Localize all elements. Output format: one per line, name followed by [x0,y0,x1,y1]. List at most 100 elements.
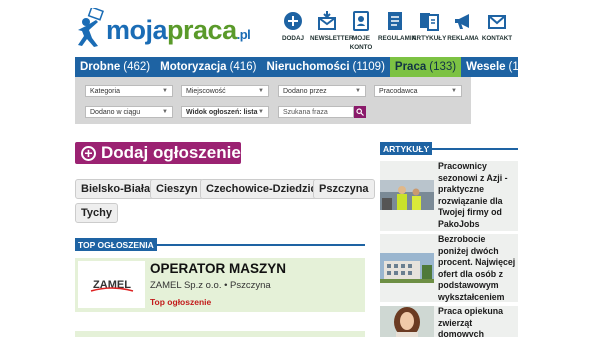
topnav-label: NEWSLETTER [310,35,354,42]
topnav-label: ARTYKUŁY [412,35,447,42]
tab-drobne[interactable]: Drobne (462) [75,57,155,77]
articles-heading: ARTYKUŁY [380,142,433,155]
site-logo[interactable]: mojapraca.pl [76,8,251,48]
account-icon [353,11,369,31]
search-placeholder: Szukana fraza [283,108,328,116]
city-chip-cieszyn[interactable]: Cieszyn [150,179,204,199]
section-divider [155,244,365,246]
topnav-regulamin[interactable]: REGULAMIN [378,10,417,52]
chevron-down-icon: ▼ [355,88,361,94]
zamel-logo-icon: ZAMEL [90,279,133,292]
widok-select[interactable]: Widok ogłoszeń: lista ▼ [181,106,269,118]
city-label: Tychy [81,207,112,219]
city-chip-tychy[interactable]: Tychy [75,203,118,223]
article-item[interactable]: Bezrobocie poniżej dwóch procent. Najwię… [380,234,518,302]
article-thumbnail [380,180,434,210]
logo-figure-icon [78,8,104,47]
city-chip-czechowice-dziedzice[interactable]: Czechowice-Dziedzice [200,179,329,199]
topnav-newsletter[interactable]: NEWSLETTER [310,10,354,52]
articles-icon [420,13,439,31]
megaphone-icon [455,14,469,29]
article-thumbnail [380,253,434,283]
topnav-label: KONTAKT [481,35,513,42]
select-value: Dodano w ciągu [90,108,141,116]
tab-label: Nieruchomości [266,61,350,73]
add-listing-button[interactable]: + Dodaj ogłoszenie [75,142,241,164]
logo-wordmark: mojapraca.pl [106,15,251,46]
pracodawca-select[interactable]: Pracodawca ▼ [374,85,462,97]
select-value: Miejscowość [186,87,226,95]
tab-count: (1109) [352,61,385,73]
article-title[interactable]: Bezrobocie poniżej dwóch procent. Najwię… [438,234,516,303]
category-tabs: Drobne (462) Motoryzacja (416) Nieruchomoś… [75,57,529,77]
section-title: TOP OGŁOSZENIA [78,239,154,250]
topnav-artykuly[interactable]: ARTYKUŁY [412,10,446,52]
tab-label: Wesele [466,61,506,73]
topnav-reklama[interactable]: REKLAMA [446,10,480,52]
article-item[interactable]: Praca opiekuna zwierząt domowych [380,306,518,337]
search-icon [356,108,364,116]
article-title[interactable]: Praca opiekuna zwierząt domowych [438,306,516,337]
city-chip-bielsko-biala[interactable]: Bielsko-Biała [75,179,157,199]
topnav-label: DODAJ [281,35,305,42]
dodano-przez-select[interactable]: Dodano przez ▼ [278,85,366,97]
listing-card[interactable] [75,331,365,337]
chevron-down-icon: ▼ [162,88,168,94]
article-item[interactable]: Pracownicy sezonowi z Azji - praktyczne … [380,161,518,231]
woman-photo-icon [380,306,434,337]
topnav-dodaj[interactable]: DODAJ [276,10,310,52]
article-title[interactable]: Pracownicy sezonowi z Azji - praktyczne … [438,161,516,230]
envelope-icon [488,15,506,29]
select-value: Widok ogłoszeń: lista [186,108,258,116]
city-chip-pszczyna[interactable]: Pszczyna [313,179,375,199]
tab-count: (416) [229,61,257,73]
rules-icon [388,12,402,30]
topnav-label: MOJE KONTO [349,35,373,51]
tab-label: Praca [394,61,427,73]
add-listing-label: Dodaj ogłoszenie [101,143,241,162]
city-label: Czechowice-Dziedzice [206,183,323,195]
topnav-label: REGULAMIN [378,35,417,42]
chevron-down-icon: ▼ [258,109,264,115]
select-value: Dodano przez [283,87,327,95]
listing-card[interactable]: ZAMEL OPERATOR MASZYN ZAMEL Sp.z o.o. • … [75,258,365,312]
listing-title[interactable]: OPERATOR MASZYN [150,261,286,276]
logo-pl: .pl [236,27,251,42]
city-label: Bielsko-Biała [81,183,151,195]
newsletter-icon [318,11,336,30]
select-value: Kategoria [90,87,120,95]
city-label: Cieszyn [156,183,198,195]
dodano-w-ciagu-select[interactable]: Dodano w ciągu ▼ [85,106,173,118]
section-title: ARTYKUŁY [383,143,430,154]
select-value: Pracodawca [379,87,418,95]
company-logo: ZAMEL [78,261,145,308]
top-listings-heading: TOP OGŁOSZENIA [75,238,157,251]
topnav-moje-konto[interactable]: MOJE KONTO [344,10,378,52]
plus-circle-icon: + [81,145,96,161]
section-divider [427,148,518,150]
chevron-down-icon: ▼ [258,88,264,94]
tab-count: (17) [508,61,529,73]
tab-praca[interactable]: Praca (133) [389,57,462,77]
tab-count: (462) [123,61,151,73]
miejscowosc-select[interactable]: Miejscowość ▼ [181,85,269,97]
filters-panel: Kategoria ▼ Miejscowość ▼ Dodano przez ▼ Pr… [75,77,471,124]
logo-moja: moja [106,15,168,45]
listing-company-location: ZAMEL Sp.z o.o. • Pszczyna [150,280,271,291]
logo-praca: praca [167,15,237,45]
topnav-label: REKLAMA [447,35,479,42]
building-photo-icon [380,253,434,283]
topnav-kontakt[interactable]: KONTAKT [480,10,514,52]
search-button[interactable] [354,106,366,118]
tab-count: (133) [429,61,457,73]
tab-wesele[interactable]: Wesele (17) [461,57,534,77]
add-circle-icon [284,12,302,30]
city-label: Pszczyna [319,183,369,195]
kategoria-select[interactable]: Kategoria ▼ [85,85,173,97]
tab-motoryzacja[interactable]: Motoryzacja (416) [155,57,261,77]
workers-photo-icon [380,180,434,210]
chevron-down-icon: ▼ [451,88,457,94]
search-input[interactable]: Szukana fraza [278,106,354,118]
chevron-down-icon: ▼ [162,109,168,115]
tab-nieruchomosci[interactable]: Nieruchomości (1109) [261,57,389,77]
